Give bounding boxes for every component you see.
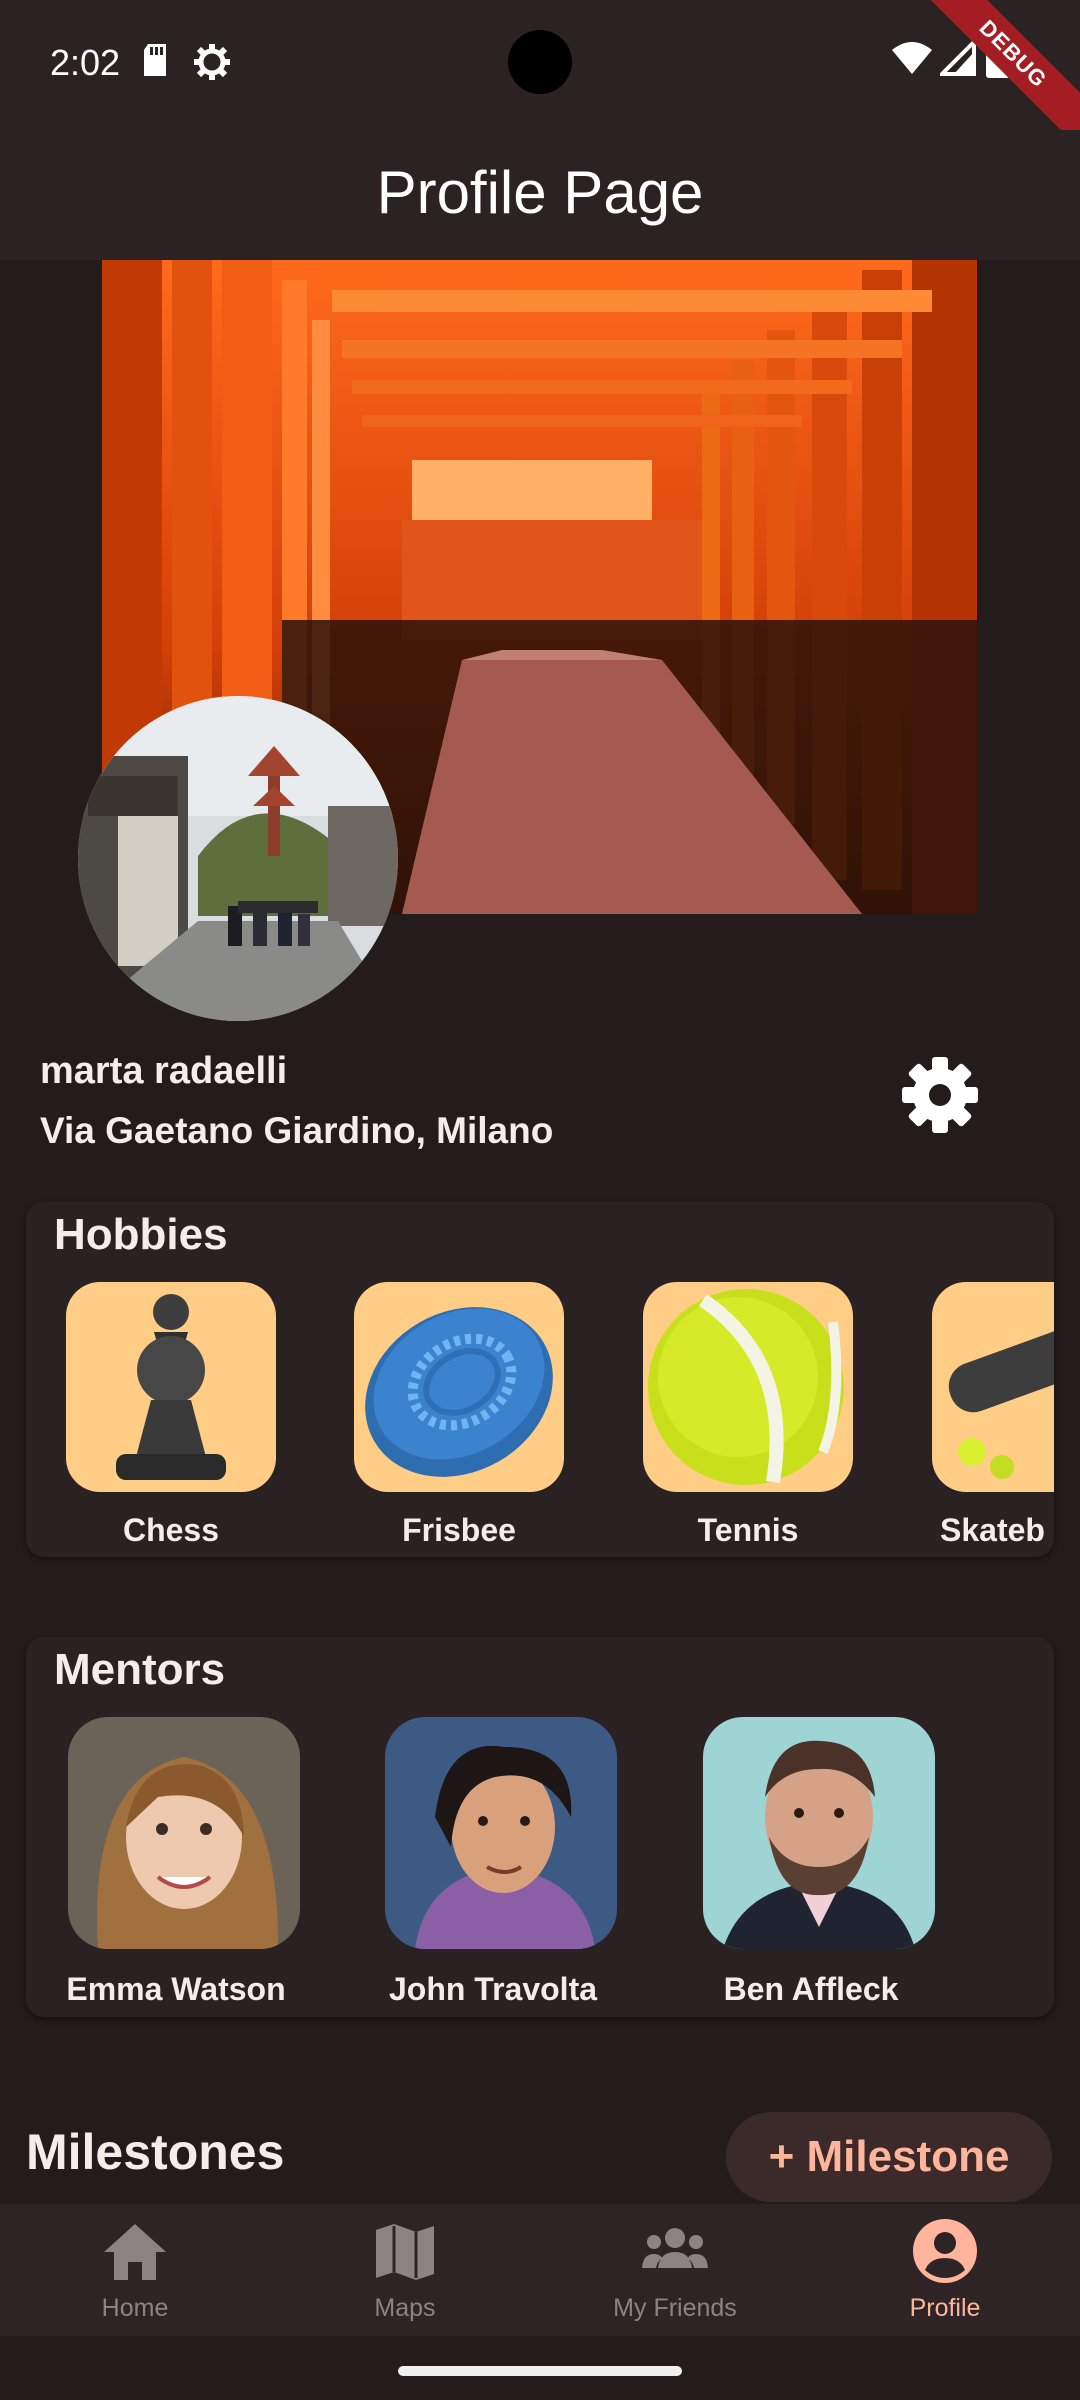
map-icon — [376, 2224, 434, 2280]
bottom-navigation: Home Maps My Friends Profile — [0, 2204, 1080, 2336]
nav-item-maps[interactable]: Maps — [270, 2204, 540, 2336]
nav-label: Maps — [374, 2294, 436, 2322]
add-milestone-button[interactable]: + Milestone — [726, 2112, 1052, 2202]
mentor-name: Emma Watson — [66, 1971, 286, 2007]
front-camera — [508, 30, 572, 94]
page-title: Profile Page — [376, 159, 704, 226]
user-name: marta radaelli — [40, 1050, 288, 1092]
nav-item-my-friends[interactable]: My Friends — [540, 2204, 810, 2336]
milestones-title: Milestones — [26, 2124, 285, 2180]
hobby-item-skateboard[interactable]: Skateb — [932, 1282, 1054, 1549]
hobbies-title: Hobbies — [54, 1210, 228, 1259]
home-gesture-bar[interactable] — [398, 2366, 682, 2376]
hobby-tile — [643, 1282, 853, 1492]
avatar[interactable] — [78, 696, 398, 1021]
chess-pawn-icon — [116, 1294, 226, 1480]
mentor-photo — [68, 1717, 300, 1949]
hobby-label: Skateb — [940, 1512, 1045, 1548]
mentors-title: Mentors — [54, 1645, 226, 1694]
status-bar: 2:02 DEBUG — [0, 0, 1080, 157]
mentor-name: John Travolta — [388, 1971, 598, 2007]
hobby-tile — [932, 1282, 1054, 1492]
hobby-label: Frisbee — [402, 1512, 516, 1548]
account-circle-icon — [913, 2219, 977, 2283]
hobbies-card: Hobbies Chess Frisbee Tennis Skateb — [26, 1202, 1054, 1557]
signal-icon — [940, 40, 976, 76]
mentor-item[interactable]: John Travolta — [343, 1717, 643, 2008]
app-bar: Profile Page — [0, 130, 1080, 260]
nav-label: Home — [101, 2294, 169, 2322]
mentor-item[interactable]: Emma Watson — [26, 1717, 326, 2008]
home-icon — [104, 2224, 166, 2280]
nav-item-profile[interactable]: Profile — [810, 2204, 1080, 2336]
hobby-tile — [66, 1282, 276, 1492]
mentor-item[interactable]: Ben Affleck — [661, 1717, 961, 2008]
people-icon — [642, 2228, 708, 2268]
mentor-photo — [703, 1717, 935, 1949]
nav-item-home[interactable]: Home — [0, 2204, 270, 2336]
hobby-label: Tennis — [697, 1512, 799, 1548]
gear-icon — [902, 1057, 978, 1133]
mentor-name: Ben Affleck — [723, 1971, 899, 2007]
nav-label: Profile — [909, 2294, 981, 2322]
frisbee-icon — [365, 1307, 553, 1477]
nav-label: My Friends — [613, 2294, 737, 2322]
wifi-icon — [892, 42, 932, 74]
hobby-item-chess[interactable]: Chess — [66, 1282, 276, 1549]
skateboard-icon — [948, 1296, 1054, 1479]
status-time: 2:02 — [50, 42, 121, 83]
hobby-item-tennis[interactable]: Tennis — [643, 1282, 853, 1549]
mentors-card: Mentors Emma Watson John Travolta Ben Af… — [26, 1637, 1054, 2017]
settings-status-icon — [194, 44, 230, 80]
hobby-label: Chess — [122, 1512, 220, 1548]
mentor-photo — [385, 1717, 617, 1949]
settings-button[interactable] — [895, 1050, 985, 1140]
tennis-ball-icon — [648, 1289, 844, 1485]
hobby-item-frisbee[interactable]: Frisbee — [354, 1282, 564, 1549]
hobby-tile — [354, 1282, 564, 1492]
user-address: Via Gaetano Giardino, Milano — [40, 1110, 554, 1151]
sd-card-icon — [144, 44, 166, 76]
